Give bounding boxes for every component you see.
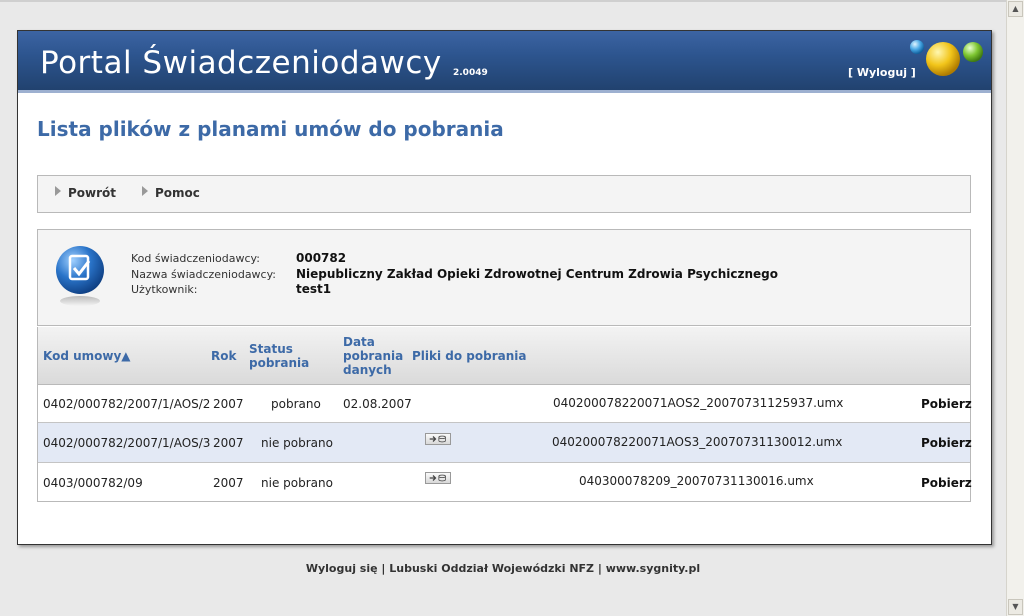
vertical-scrollbar[interactable]: ▲ ▼ — [1006, 0, 1024, 616]
toolbar: Powrót Pomoc — [37, 175, 971, 213]
footer-branch-link[interactable]: Lubuski Oddział Wojewódzki NFZ — [389, 562, 594, 575]
cell-year: 2007 — [213, 436, 244, 450]
cell-year: 2007 — [213, 397, 244, 411]
download-button[interactable]: Pobierz — [921, 436, 972, 450]
download-status-icon — [425, 433, 451, 445]
provider-code-value: 000782 — [296, 251, 347, 265]
footer-site-link[interactable]: www.sygnity.pl — [606, 562, 700, 575]
cell-date: 02.08.2007 — [343, 397, 412, 411]
cell-status: nie pobrano — [261, 476, 333, 490]
table-row: 0402/000782/2007/1/AOS/3 2007 nie pobran… — [38, 423, 972, 463]
scroll-up-arrow-icon[interactable]: ▲ — [1008, 1, 1023, 17]
column-header-date-line2: pobrania — [343, 349, 404, 363]
portal-page: Portal Świadczeniodawcy 2.0049 [ Wyloguj… — [17, 30, 992, 545]
help-label: Pomoc — [155, 186, 200, 200]
cell-contract: 0402/000782/2007/1/AOS/2 — [43, 397, 211, 411]
user-value: test1 — [296, 282, 332, 296]
footer-separator: | — [594, 562, 606, 575]
cell-status: nie pobrano — [261, 436, 333, 450]
scroll-down-arrow-icon[interactable]: ▼ — [1008, 599, 1023, 615]
cell-file: 040300078209_20070731130016.umx — [579, 474, 814, 488]
provider-code-label: Kod świadczeniodawcy: — [131, 252, 260, 265]
column-header-status-line1: Status — [249, 342, 293, 356]
cell-contract: 0402/000782/2007/1/AOS/3 — [43, 436, 211, 450]
files-table: Kod umowy▲ Rok Status pobrania Data pobr… — [37, 327, 972, 502]
column-header-date[interactable]: Data pobrania danych — [343, 335, 403, 377]
arrow-right-icon — [142, 186, 148, 196]
portal-title: Portal Świadczeniodawcy — [40, 45, 442, 81]
column-header-files: Pliki do pobrania — [412, 349, 527, 363]
cell-status: pobrano — [271, 397, 321, 411]
download-status-icon — [425, 472, 451, 484]
cell-contract: 0403/000782/09 — [43, 476, 143, 490]
column-header-status-line2: pobrania — [249, 356, 310, 370]
footer-logout-link[interactable]: Wyloguj się — [306, 562, 378, 575]
column-header-date-line1: Data — [343, 335, 375, 349]
column-header-contract[interactable]: Kod umowy▲ — [43, 349, 131, 363]
download-button[interactable]: Pobierz — [921, 476, 972, 490]
provider-info-box: Kod świadczeniodawcy: 000782 Nazwa świad… — [37, 229, 971, 326]
cell-file: 040200078220071AOS3_20070731130012.umx — [552, 435, 843, 449]
user-label: Użytkownik: — [131, 283, 198, 296]
back-button[interactable]: Powrót — [55, 186, 116, 200]
document-check-icon — [56, 246, 104, 306]
footer-separator: | — [377, 562, 390, 575]
arrow-right-icon — [55, 186, 61, 196]
back-label: Powrót — [68, 186, 117, 200]
column-header-status[interactable]: Status pobrania — [249, 342, 309, 370]
table-header: Kod umowy▲ Rok Status pobrania Data pobr… — [38, 327, 970, 385]
help-button[interactable]: Pomoc — [142, 186, 200, 200]
logo-balls-icon — [910, 40, 983, 76]
table-row: 0402/000782/2007/1/AOS/2 2007 pobrano 02… — [38, 385, 972, 423]
column-header-date-line3: danych — [343, 363, 392, 377]
portal-header: Portal Świadczeniodawcy 2.0049 [ Wyloguj… — [18, 31, 991, 93]
cell-file: 040200078220071AOS2_20070731125937.umx — [553, 396, 844, 410]
page-footer: Wyloguj się | Lubuski Oddział Wojewódzki… — [0, 562, 1006, 575]
page-title: Lista plików z planami umów do pobrania — [37, 117, 504, 141]
portal-version: 2.0049 — [453, 68, 488, 78]
download-button[interactable]: Pobierz — [921, 397, 972, 411]
provider-name-label: Nazwa świadczeniodawcy: — [131, 268, 277, 281]
provider-name-value: Niepubliczny Zakład Opieki Zdrowotnej Ce… — [296, 267, 779, 281]
column-header-year[interactable]: Rok — [211, 349, 236, 363]
window-top-border — [0, 0, 1024, 2]
cell-year: 2007 — [213, 476, 244, 490]
table-row: 0403/000782/09 2007 nie pobrano 04030007… — [38, 463, 972, 501]
